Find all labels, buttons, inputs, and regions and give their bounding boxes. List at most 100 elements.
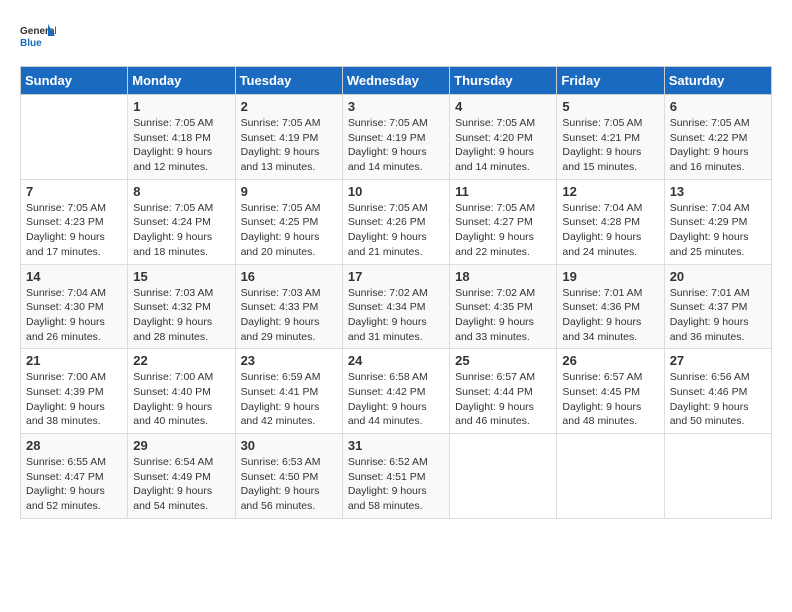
cell-content: Sunrise: 7:00 AM Sunset: 4:39 PM Dayligh… [26,370,122,429]
cell-content: Sunrise: 7:00 AM Sunset: 4:40 PM Dayligh… [133,370,229,429]
cell-content: Sunrise: 6:57 AM Sunset: 4:45 PM Dayligh… [562,370,658,429]
day-number: 17 [348,269,444,284]
cell-content: Sunrise: 6:54 AM Sunset: 4:49 PM Dayligh… [133,455,229,514]
calendar-cell: 22 Sunrise: 7:00 AM Sunset: 4:40 PM Dayli… [128,349,235,434]
cell-content: Sunrise: 7:05 AM Sunset: 4:23 PM Dayligh… [26,201,122,260]
cell-content: Sunrise: 7:05 AM Sunset: 4:26 PM Dayligh… [348,201,444,260]
calendar-cell: 25 Sunrise: 6:57 AM Sunset: 4:44 PM Dayli… [450,349,557,434]
calendar-cell: 18 Sunrise: 7:02 AM Sunset: 4:35 PM Dayli… [450,264,557,349]
day-number: 14 [26,269,122,284]
cell-content: Sunrise: 7:05 AM Sunset: 4:22 PM Dayligh… [670,116,766,175]
day-number: 9 [241,184,337,199]
calendar-cell [557,434,664,519]
day-number: 19 [562,269,658,284]
calendar-cell: 5 Sunrise: 7:05 AM Sunset: 4:21 PM Daylig… [557,95,664,180]
calendar-cell: 30 Sunrise: 6:53 AM Sunset: 4:50 PM Dayli… [235,434,342,519]
calendar-cell: 27 Sunrise: 6:56 AM Sunset: 4:46 PM Dayli… [664,349,771,434]
cell-content: Sunrise: 6:58 AM Sunset: 4:42 PM Dayligh… [348,370,444,429]
day-number: 22 [133,353,229,368]
calendar-header: SundayMondayTuesdayWednesdayThursdayFrid… [21,67,772,95]
calendar-cell: 2 Sunrise: 7:05 AM Sunset: 4:19 PM Daylig… [235,95,342,180]
day-number: 15 [133,269,229,284]
calendar-cell: 23 Sunrise: 6:59 AM Sunset: 4:41 PM Dayli… [235,349,342,434]
day-number: 5 [562,99,658,114]
cell-content: Sunrise: 7:05 AM Sunset: 4:27 PM Dayligh… [455,201,551,260]
calendar-cell: 6 Sunrise: 7:05 AM Sunset: 4:22 PM Daylig… [664,95,771,180]
day-number: 13 [670,184,766,199]
calendar-cell: 16Sunrise: 7:03 AM Sunset: 4:33 PM Dayli… [235,264,342,349]
weekday-header: Wednesday [342,67,449,95]
cell-content: Sunrise: 6:56 AM Sunset: 4:46 PM Dayligh… [670,370,766,429]
day-number: 26 [562,353,658,368]
cell-content: Sunrise: 7:02 AM Sunset: 4:35 PM Dayligh… [455,286,551,345]
cell-content: Sunrise: 6:57 AM Sunset: 4:44 PM Dayligh… [455,370,551,429]
calendar-cell: 8 Sunrise: 7:05 AM Sunset: 4:24 PM Daylig… [128,179,235,264]
calendar-cell: 11Sunrise: 7:05 AM Sunset: 4:27 PM Dayli… [450,179,557,264]
cell-content: Sunrise: 7:05 AM Sunset: 4:21 PM Dayligh… [562,116,658,175]
day-number: 6 [670,99,766,114]
weekday-header: Thursday [450,67,557,95]
calendar-cell: 7 Sunrise: 7:05 AM Sunset: 4:23 PM Daylig… [21,179,128,264]
calendar-cell [664,434,771,519]
calendar-week-row: 28 Sunrise: 6:55 AM Sunset: 4:47 PM Dayli… [21,434,772,519]
cell-content: Sunrise: 7:04 AM Sunset: 4:30 PM Dayligh… [26,286,122,345]
calendar-cell: 17Sunrise: 7:02 AM Sunset: 4:34 PM Dayli… [342,264,449,349]
day-number: 4 [455,99,551,114]
calendar-cell: 29Sunrise: 6:54 AM Sunset: 4:49 PM Dayli… [128,434,235,519]
day-number: 12 [562,184,658,199]
day-number: 20 [670,269,766,284]
cell-content: Sunrise: 7:05 AM Sunset: 4:25 PM Dayligh… [241,201,337,260]
day-number: 1 [133,99,229,114]
logo-svg: General Blue [20,20,56,56]
calendar-cell: 19 Sunrise: 7:01 AM Sunset: 4:36 PM Dayli… [557,264,664,349]
calendar-cell: 9 Sunrise: 7:05 AM Sunset: 4:25 PM Daylig… [235,179,342,264]
weekday-header: Sunday [21,67,128,95]
day-number: 25 [455,353,551,368]
weekday-header: Saturday [664,67,771,95]
day-number: 18 [455,269,551,284]
logo: General Blue [20,20,56,56]
cell-content: Sunrise: 7:01 AM Sunset: 4:36 PM Dayligh… [562,286,658,345]
calendar-cell [21,95,128,180]
calendar-cell: 24Sunrise: 6:58 AM Sunset: 4:42 PM Dayli… [342,349,449,434]
calendar-cell: 12Sunrise: 7:04 AM Sunset: 4:28 PM Dayli… [557,179,664,264]
svg-text:Blue: Blue [20,38,42,49]
page-header: General Blue [20,20,772,56]
day-number: 31 [348,438,444,453]
cell-content: Sunrise: 6:59 AM Sunset: 4:41 PM Dayligh… [241,370,337,429]
day-number: 27 [670,353,766,368]
calendar-cell: 28 Sunrise: 6:55 AM Sunset: 4:47 PM Dayli… [21,434,128,519]
calendar-week-row: 21Sunrise: 7:00 AM Sunset: 4:39 PM Dayli… [21,349,772,434]
cell-content: Sunrise: 7:04 AM Sunset: 4:29 PM Dayligh… [670,201,766,260]
cell-content: Sunrise: 7:05 AM Sunset: 4:19 PM Dayligh… [241,116,337,175]
cell-content: Sunrise: 7:01 AM Sunset: 4:37 PM Dayligh… [670,286,766,345]
day-number: 28 [26,438,122,453]
day-number: 23 [241,353,337,368]
day-number: 8 [133,184,229,199]
calendar-cell: 15 Sunrise: 7:03 AM Sunset: 4:32 PM Dayli… [128,264,235,349]
calendar-cell: 3Sunrise: 7:05 AM Sunset: 4:19 PM Daylig… [342,95,449,180]
day-number: 30 [241,438,337,453]
weekday-header: Tuesday [235,67,342,95]
day-number: 7 [26,184,122,199]
calendar-cell: 31Sunrise: 6:52 AM Sunset: 4:51 PM Dayli… [342,434,449,519]
calendar-cell: 26 Sunrise: 6:57 AM Sunset: 4:45 PM Dayli… [557,349,664,434]
cell-content: Sunrise: 7:05 AM Sunset: 4:18 PM Dayligh… [133,116,229,175]
calendar-cell: 21Sunrise: 7:00 AM Sunset: 4:39 PM Dayli… [21,349,128,434]
cell-content: Sunrise: 6:53 AM Sunset: 4:50 PM Dayligh… [241,455,337,514]
calendar-cell [450,434,557,519]
cell-content: Sunrise: 7:05 AM Sunset: 4:24 PM Dayligh… [133,201,229,260]
cell-content: Sunrise: 7:03 AM Sunset: 4:33 PM Dayligh… [241,286,337,345]
calendar-cell: 10 Sunrise: 7:05 AM Sunset: 4:26 PM Dayli… [342,179,449,264]
calendar-week-row: 7 Sunrise: 7:05 AM Sunset: 4:23 PM Daylig… [21,179,772,264]
calendar-week-row: 14 Sunrise: 7:04 AM Sunset: 4:30 PM Dayli… [21,264,772,349]
weekday-header: Monday [128,67,235,95]
calendar-cell: 1 Sunrise: 7:05 AM Sunset: 4:18 PM Daylig… [128,95,235,180]
calendar-cell: 14 Sunrise: 7:04 AM Sunset: 4:30 PM Dayli… [21,264,128,349]
cell-content: Sunrise: 7:03 AM Sunset: 4:32 PM Dayligh… [133,286,229,345]
calendar-cell: 20 Sunrise: 7:01 AM Sunset: 4:37 PM Dayli… [664,264,771,349]
day-number: 10 [348,184,444,199]
cell-content: Sunrise: 6:55 AM Sunset: 4:47 PM Dayligh… [26,455,122,514]
calendar-week-row: 1 Sunrise: 7:05 AM Sunset: 4:18 PM Daylig… [21,95,772,180]
day-number: 2 [241,99,337,114]
